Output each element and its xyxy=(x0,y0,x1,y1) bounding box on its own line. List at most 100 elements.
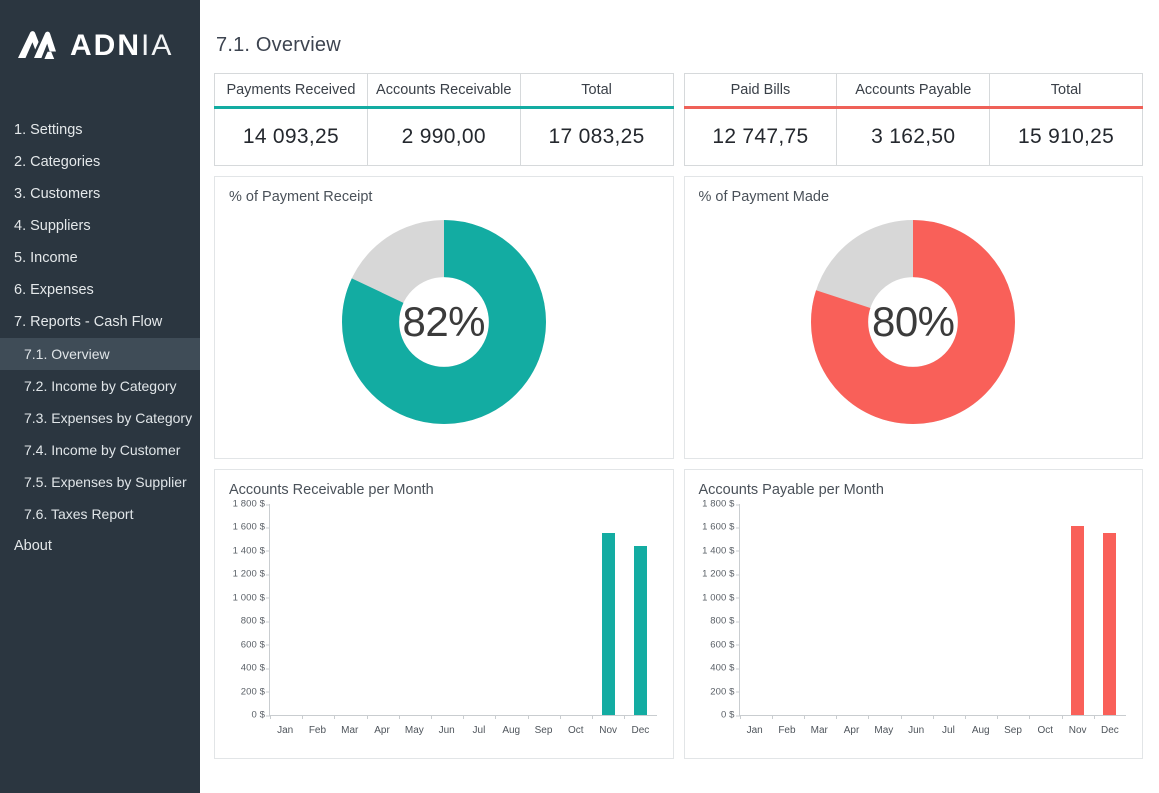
x-axis-tick-label: Sep xyxy=(534,725,553,736)
donut-area-receipt: 82% xyxy=(215,199,673,445)
kpi-payable-wrap: Paid Bills Accounts Payable Total 12 747… xyxy=(683,73,1143,166)
kpi-value-paid-bills: 12 747,75 xyxy=(684,107,838,166)
kpi-value-accounts-receivable: 2 990,00 xyxy=(366,107,521,166)
panel-accounts-receivable-per-month: Accounts Receivable per Month 1 800 $ 1 6… xyxy=(214,469,674,759)
sidebar-item-overview[interactable]: 7.1. Overview xyxy=(0,338,200,370)
brand-name-thin: IA xyxy=(141,29,174,62)
sidebar-item-label: 3. Customers xyxy=(14,186,101,202)
table-header-row: Payments Received Accounts Receivable To… xyxy=(214,73,673,108)
sidebar-item-label: 7.4. Income by Customer xyxy=(24,442,181,458)
chart-title-receivable-month: Accounts Receivable per Month xyxy=(229,482,434,498)
sidebar-item-expenses-by-category[interactable]: 7.3. Expenses by Category xyxy=(0,402,200,434)
y-axis-tick-label: 1 000 $ xyxy=(233,592,271,603)
x-axis-tick-label: Feb xyxy=(308,725,327,736)
plot-area-payable: 1 800 $ 1 600 $ 1 400 $ 1 200 $ 1 000 $ 800 $… xyxy=(702,499,1127,721)
bar-slot xyxy=(559,504,592,719)
bar-slot xyxy=(398,504,431,719)
sidebar-item-label: 7.1. Overview xyxy=(24,346,110,362)
sidebar-item-label: 6. Expenses xyxy=(14,282,94,298)
bar-slot xyxy=(495,504,527,719)
main-content: 7.1. Overview Payments Received Accounts… xyxy=(200,0,1159,793)
x-axis-tick-label: Apr xyxy=(374,725,390,736)
kpi-value-total-payable: 15 910,25 xyxy=(989,107,1143,166)
brand-logo[interactable]: ADNIA xyxy=(0,0,200,92)
bars-payable xyxy=(739,504,1127,719)
adnia-mountain-logo-icon xyxy=(14,26,60,66)
donut-row: % of Payment Receipt 82% % of Payment Ma… xyxy=(214,176,1143,459)
sidebar-item-suppliers[interactable]: 4. Suppliers xyxy=(0,210,200,242)
sidebar-item-label: 1. Settings xyxy=(14,122,83,138)
bar-slot xyxy=(1093,504,1126,719)
kpi-header-accounts-receivable: Accounts Receivable xyxy=(366,73,521,108)
donut-center-label-receipt: 82% xyxy=(402,298,486,345)
x-axis-tick-label: Aug xyxy=(502,725,521,736)
x-axis-tick-label: Sep xyxy=(1004,725,1022,736)
chart-title-payable-month: Accounts Payable per Month xyxy=(698,482,884,498)
x-axis-tick-label: Mar xyxy=(810,725,828,736)
kpi-value-total-receivable: 17 083,25 xyxy=(519,107,673,166)
x-axis-tick-label: Apr xyxy=(843,725,860,736)
sidebar-item-expenses-by-supplier[interactable]: 7.5. Expenses by Supplier xyxy=(0,466,200,498)
sidebar-item-reports-cash-flow[interactable]: 7. Reports - Cash Flow xyxy=(0,306,200,338)
bar-slot xyxy=(624,504,656,719)
sidebar-item-income-by-category[interactable]: 7.2. Income by Category xyxy=(0,370,200,402)
table-row: 14 093,25 2 990,00 17 083,25 xyxy=(214,107,673,166)
bar[interactable] xyxy=(601,533,615,715)
sidebar-item-settings[interactable]: 1. Settings xyxy=(0,114,200,146)
sidebar-item-income[interactable]: 5. Income xyxy=(0,242,200,274)
bar-slot xyxy=(997,504,1029,719)
kpi-header-payments-received: Payments Received xyxy=(214,73,368,108)
kpi-value-payments-received: 14 093,25 xyxy=(214,107,368,166)
table-row: 12 747,75 3 162,50 15 910,25 xyxy=(684,107,1143,166)
panel-payment-receipt: % of Payment Receipt 82% xyxy=(214,176,674,459)
x-axis-tick-label: Jul xyxy=(472,725,486,736)
panel-payment-made: % of Payment Made 80% xyxy=(683,176,1143,459)
sidebar-item-label: 5. Income xyxy=(14,250,78,266)
panel-accounts-payable-per-month: Accounts Payable per Month 1 800 $ 1 600 … xyxy=(683,469,1143,759)
x-axis-tick-label: Aug xyxy=(971,725,990,736)
bar-slot xyxy=(900,504,933,719)
bar[interactable] xyxy=(633,546,647,715)
sidebar-item-label: 7.2. Income by Category xyxy=(24,378,177,394)
bar-slot xyxy=(527,504,560,719)
y-axis-tick-label: 400 $ xyxy=(241,663,271,674)
kpi-value-accounts-payable: 3 162,50 xyxy=(836,107,991,166)
y-axis-tick-label: 800 $ xyxy=(241,616,271,627)
kpi-row: Payments Received Accounts Receivable To… xyxy=(214,73,1143,166)
page-title: 7.1. Overview xyxy=(216,34,341,56)
x-axis-tick-label: Nov xyxy=(599,725,618,736)
bar-slot xyxy=(1061,504,1094,719)
bar-slot xyxy=(334,504,366,719)
y-axis-tick-label: 1 600 $ xyxy=(233,522,271,533)
y-axis-tick-label: 1 800 $ xyxy=(702,499,740,510)
x-axis-tick-label: Dec xyxy=(1101,725,1119,736)
sidebar-item-expenses[interactable]: 6. Expenses xyxy=(0,274,200,306)
sidebar-item-taxes-report[interactable]: 7.6. Taxes Report xyxy=(0,498,200,530)
sidebar-item-label: 7.6. Taxes Report xyxy=(24,506,134,522)
y-axis-tick-label: 1 400 $ xyxy=(233,545,271,556)
x-axis-tick-label: May xyxy=(874,725,894,736)
sidebar-item-about[interactable]: About xyxy=(0,530,200,562)
chart-body-receivable: 1 800 $ 1 600 $ 1 400 $ 1 200 $ 1 000 $ 800 $… xyxy=(215,498,673,746)
brand-name-bold: ADN xyxy=(70,29,141,62)
sidebar-item-income-by-customer[interactable]: 7.4. Income by Customer xyxy=(0,434,200,466)
y-axis-tick-label: 1 000 $ xyxy=(702,592,740,603)
sidebar-item-customers[interactable]: 3. Customers xyxy=(0,178,200,210)
x-axis-tick-label: Oct xyxy=(1037,725,1054,736)
y-axis-tick-label: 1 400 $ xyxy=(702,545,740,556)
bar-slot xyxy=(868,504,900,719)
brand-name: ADNIA xyxy=(70,31,173,61)
x-axis-tick-label: Nov xyxy=(1068,725,1087,736)
kpi-header-paid-bills: Paid Bills xyxy=(684,73,838,108)
bar[interactable] xyxy=(1071,526,1085,715)
kpi-header-total: Total xyxy=(989,73,1143,108)
bar[interactable] xyxy=(1103,533,1117,715)
y-axis-tick-label: 1 200 $ xyxy=(702,569,740,580)
x-axis-tick-label: Dec xyxy=(631,725,650,736)
bar-slot xyxy=(739,504,772,719)
y-axis-tick-label: 1 800 $ xyxy=(233,499,271,510)
x-axis-tick-label: Jul xyxy=(942,725,955,736)
sidebar-item-categories[interactable]: 2. Categories xyxy=(0,146,200,178)
y-axis-tick-label: 800 $ xyxy=(710,616,740,627)
y-axis-tick-label: 1 600 $ xyxy=(702,522,740,533)
